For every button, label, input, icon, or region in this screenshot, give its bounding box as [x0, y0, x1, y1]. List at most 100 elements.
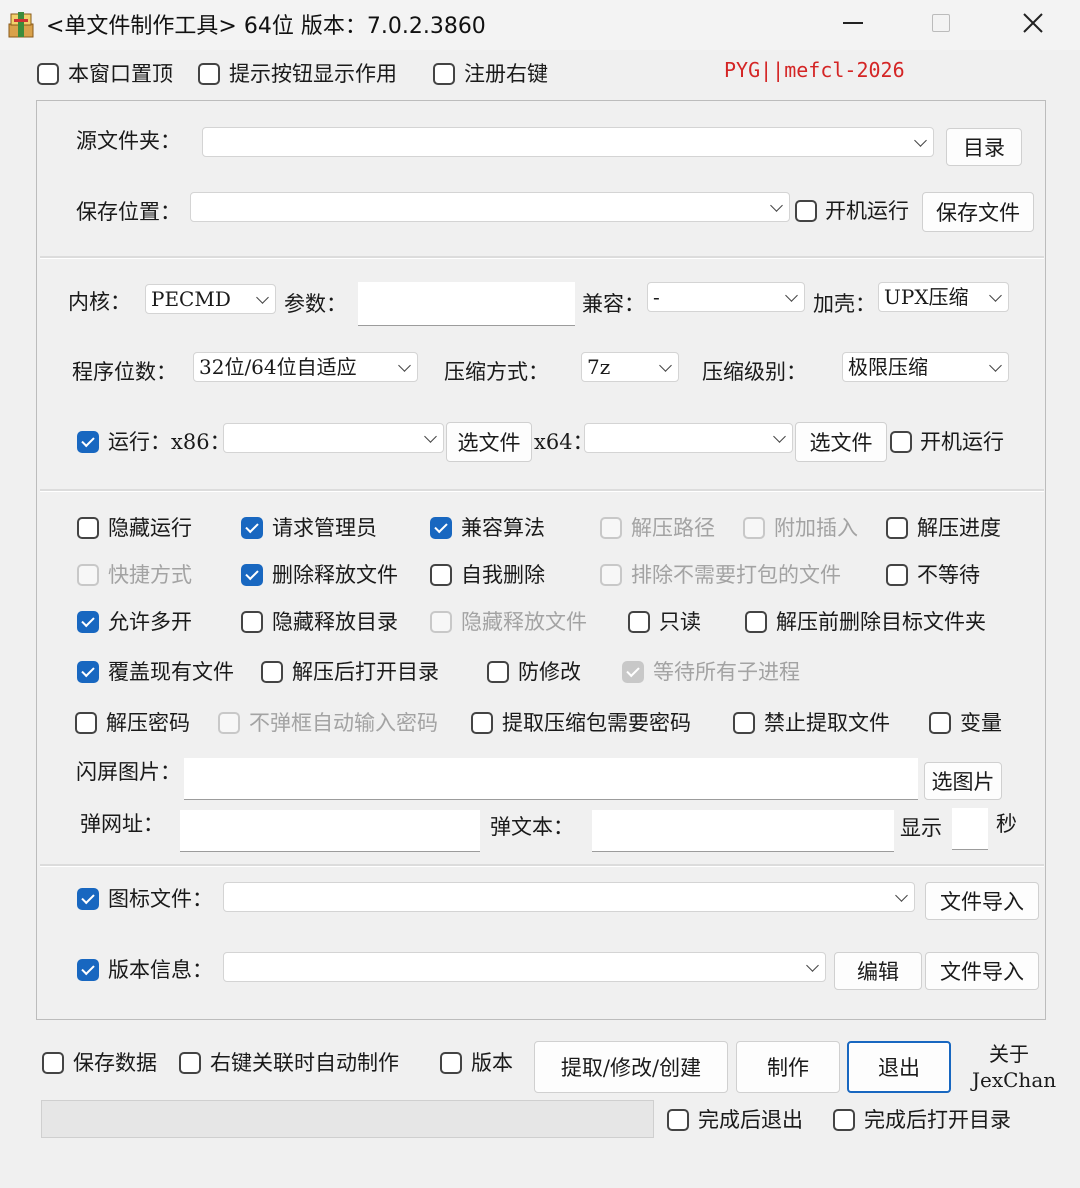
tooltip-checkbox[interactable]	[198, 63, 220, 85]
exit-after-checkbox[interactable]	[667, 1109, 689, 1131]
select-image-button[interactable]: 选图片	[924, 762, 1002, 800]
option-checkbox[interactable]	[886, 564, 908, 586]
author-label[interactable]: JexChan	[972, 1066, 1056, 1094]
version-info-combo[interactable]	[223, 952, 826, 982]
option-checkbox[interactable]	[745, 611, 767, 633]
version-info-checkbox[interactable]	[77, 959, 99, 981]
bits-combo[interactable]: 32位/64位自适应	[193, 352, 418, 382]
option-checkbox[interactable]	[75, 712, 97, 734]
version-info-label: 版本信息：	[108, 958, 213, 982]
option-checkbox	[622, 661, 644, 683]
option-checkbox[interactable]	[77, 661, 99, 683]
option-label: 隐藏释放文件	[461, 610, 587, 634]
icon-import-button[interactable]: 文件导入	[925, 882, 1039, 920]
option-checkbox[interactable]	[929, 712, 951, 734]
exit-button[interactable]: 退出	[847, 1041, 951, 1093]
compress-level-combo[interactable]: 极限压缩	[842, 352, 1009, 382]
topmost-checkbox[interactable]	[37, 63, 59, 85]
app-icon	[8, 12, 34, 38]
run-x86-label: 运行：x86：	[108, 430, 231, 454]
about-label[interactable]: 关于	[989, 1040, 1029, 1068]
option-label: 变量	[960, 711, 1002, 735]
option-label: 自我删除	[461, 563, 545, 587]
minimize-button[interactable]	[830, 0, 876, 46]
option-checkbox	[430, 611, 452, 633]
save-data-label: 保存数据	[73, 1051, 157, 1075]
option-checkbox[interactable]	[886, 517, 908, 539]
run-checkbox[interactable]	[77, 431, 99, 453]
popup-url-label: 弹网址：	[80, 812, 164, 836]
option-checkbox[interactable]	[241, 564, 263, 586]
run-startup-label: 开机运行	[920, 430, 1004, 454]
splash-label: 闪屏图片：	[76, 760, 181, 784]
window-title: <单文件制作工具> 64位 版本：7.0.2.3860	[46, 14, 486, 39]
divider	[40, 256, 1044, 259]
shell-combo[interactable]: UPX压缩	[878, 282, 1009, 312]
seconds-input[interactable]	[952, 808, 988, 850]
option-checkbox	[77, 564, 99, 586]
save-startup-label: 开机运行	[825, 199, 909, 223]
option-label: 解压密码	[106, 711, 190, 735]
option-label: 解压后打开目录	[292, 660, 439, 684]
tooltip-label: 提示按钮显示作用	[229, 62, 397, 86]
option-label: 请求管理员	[272, 516, 377, 540]
run-x86-combo[interactable]	[223, 423, 444, 453]
select-x86-file-button[interactable]: 选文件	[446, 422, 532, 462]
option-checkbox[interactable]	[487, 661, 509, 683]
progress-bar	[41, 1100, 654, 1138]
save-startup-checkbox[interactable]	[795, 200, 817, 222]
run-startup-checkbox[interactable]	[890, 431, 912, 453]
close-button[interactable]	[1010, 0, 1056, 46]
kernel-combo[interactable]: PECMD	[145, 284, 276, 314]
source-folder-combo[interactable]	[202, 127, 934, 157]
option-checkbox[interactable]	[77, 517, 99, 539]
chevron-down-icon	[895, 889, 908, 902]
option-checkbox[interactable]	[430, 517, 452, 539]
icon-file-combo[interactable]	[223, 882, 915, 912]
popup-text-label: 弹文本：	[490, 815, 574, 839]
icon-file-checkbox[interactable]	[77, 888, 99, 910]
run-x64-combo[interactable]	[584, 423, 793, 453]
params-label: 参数：	[284, 292, 347, 316]
chevron-down-icon	[770, 199, 783, 212]
open-after-checkbox[interactable]	[833, 1109, 855, 1131]
option-checkbox[interactable]	[471, 712, 493, 734]
bits-label: 程序位数：	[72, 360, 177, 384]
option-checkbox[interactable]	[241, 517, 263, 539]
auto-make-label: 右键关联时自动制作	[210, 1051, 399, 1075]
splash-input[interactable]	[184, 758, 918, 800]
make-button[interactable]: 制作	[736, 1041, 840, 1093]
compress-method-label: 压缩方式：	[444, 360, 549, 384]
edit-version-button[interactable]: 编辑	[834, 952, 922, 990]
directory-button[interactable]: 目录	[946, 128, 1022, 166]
popup-text-input[interactable]	[592, 810, 894, 852]
chevron-down-icon	[806, 959, 819, 972]
select-x64-file-button[interactable]: 选文件	[795, 422, 887, 462]
extract-modify-create-button[interactable]: 提取/修改/创建	[534, 1041, 728, 1093]
popup-url-input[interactable]	[180, 810, 480, 852]
option-checkbox[interactable]	[430, 564, 452, 586]
divider	[40, 489, 1044, 492]
kernel-label: 内核：	[68, 290, 131, 314]
params-input[interactable]	[358, 282, 575, 326]
option-checkbox[interactable]	[261, 661, 283, 683]
version-import-button[interactable]: 文件导入	[925, 952, 1039, 990]
save-data-checkbox[interactable]	[42, 1052, 64, 1074]
option-checkbox[interactable]	[733, 712, 755, 734]
save-location-combo[interactable]	[190, 192, 790, 222]
save-file-button[interactable]: 保存文件	[922, 192, 1034, 232]
option-label: 解压前删除目标文件夹	[776, 610, 986, 634]
option-checkbox[interactable]	[77, 611, 99, 633]
compat-combo[interactable]: -	[647, 282, 805, 312]
version-checkbox[interactable]	[440, 1052, 462, 1074]
option-label: 解压路径	[631, 516, 715, 540]
shell-label: 加壳：	[813, 292, 876, 316]
register-context-checkbox[interactable]	[433, 63, 455, 85]
chevron-down-icon	[989, 289, 1002, 302]
option-label: 覆盖现有文件	[108, 660, 234, 684]
auto-make-checkbox[interactable]	[179, 1052, 201, 1074]
option-checkbox[interactable]	[628, 611, 650, 633]
open-after-label: 完成后打开目录	[864, 1108, 1011, 1132]
option-checkbox[interactable]	[241, 611, 263, 633]
compress-method-combo[interactable]: 7z	[581, 352, 679, 382]
